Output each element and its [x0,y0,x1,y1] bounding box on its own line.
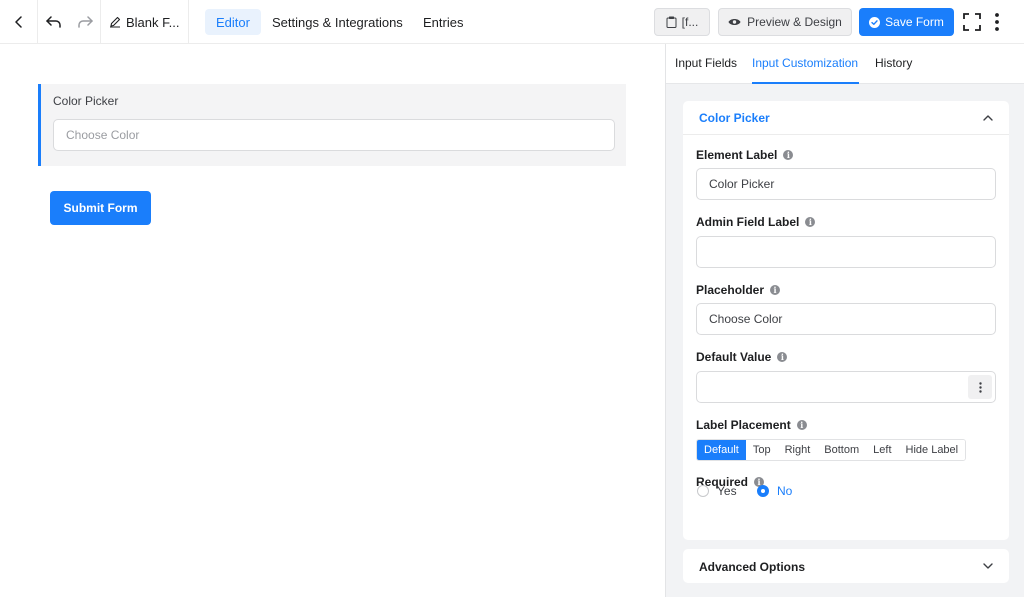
info-icon[interactable]: i [796,420,807,430]
info-icon[interactable]: i [805,217,816,227]
form-title-text: Blank F... [126,14,180,30]
field-label: Color Picker [53,94,119,108]
required-yes-label: Yes [717,484,737,498]
placement-bottom[interactable]: Bottom [817,440,867,460]
chevron-down-icon [983,563,993,569]
redo-icon [78,16,93,28]
save-form-button[interactable]: Save Form [859,8,954,36]
placement-default[interactable]: Default [697,440,746,460]
placement-right[interactable]: Right [777,440,818,460]
form-title[interactable]: Blank F... [101,0,189,44]
undo-icon [46,16,61,28]
chevron-up-icon[interactable] [982,112,994,124]
tab-input-customization[interactable]: Input Customization [752,56,858,70]
placement-left[interactable]: Left [866,440,899,460]
tab-input-fields[interactable]: Input Fields [675,56,737,70]
more-options-button[interactable] [988,11,1006,33]
default-value-input[interactable] [696,371,996,403]
default-value-heading: Default Value i [696,350,788,364]
required-no-radio[interactable]: No [757,484,792,498]
info-icon[interactable]: i [770,285,781,295]
top-bar: Blank F... Editor Settings & Integration… [0,0,1024,44]
advanced-options-title: Advanced Options [699,560,806,574]
label-placement-heading: Label Placement i [696,418,807,432]
admin-field-label-text: Admin Field Label [696,215,800,229]
color-picker-settings-card: Color Picker Element Label i Color Picke… [683,101,1009,540]
submit-form-button[interactable]: Submit Form [50,191,151,225]
kebab-menu-icon [978,381,982,393]
info-icon[interactable]: i [783,150,794,160]
placeholder-input[interactable]: Choose Color [696,303,996,335]
element-label-heading: Element Label i [696,148,794,162]
tab-history[interactable]: History [875,56,912,70]
settings-panel: Input Fields Input Customization History… [665,44,1024,597]
back-button[interactable] [0,0,38,44]
radio-circle [697,485,709,497]
active-tab-indicator [752,82,859,84]
required-no-label: No [777,484,793,498]
section-header[interactable]: Color Picker [683,101,1009,135]
admin-field-label-heading: Admin Field Label i [696,215,816,229]
default-value-text: Default Value [696,350,772,364]
color-picker-input[interactable]: Choose Color [53,119,615,151]
pencil-icon [110,16,121,28]
kebab-menu-icon [995,13,999,31]
preview-design-button[interactable]: Preview & Design [718,8,852,36]
panel-tabs: Input Fields Input Customization History [666,44,1024,84]
undo-button[interactable] [38,0,70,44]
chevron-left-icon [14,16,22,28]
tab-entries[interactable]: Entries [412,9,474,35]
placement-top[interactable]: Top [745,440,778,460]
info-icon[interactable]: i [777,352,788,362]
label-placement-segmented: Default Top Right Bottom Left Hide Label [696,439,967,461]
section-title: Color Picker [699,111,770,125]
redo-button[interactable] [70,0,101,44]
clipboard-icon [666,16,677,28]
admin-field-label-input[interactable] [696,236,996,268]
advanced-options-section[interactable]: Advanced Options [683,549,1009,583]
radio-circle-selected [757,485,769,497]
shortcode-text: [f... [681,15,699,29]
placeholder-text: Placeholder [696,283,765,297]
element-label-input[interactable]: Color Picker [696,168,996,200]
tab-settings-integrations[interactable]: Settings & Integrations [261,9,414,35]
tab-editor[interactable]: Editor [205,9,261,35]
check-circle-icon [869,16,881,28]
save-form-label: Save Form [885,15,944,29]
form-editor-canvas: Color Picker Choose Color Submit Form [0,44,665,597]
color-picker-field-block[interactable]: Color Picker Choose Color [38,84,626,166]
shortcode-button[interactable]: [f... [654,8,710,36]
smartcode-button[interactable] [968,375,992,399]
required-yes-radio[interactable]: Yes [697,484,737,498]
placement-hide-label[interactable]: Hide Label [898,440,966,460]
element-label-text: Element Label [696,148,778,162]
preview-design-label: Preview & Design [747,15,842,29]
placeholder-heading: Placeholder i [696,283,781,297]
fullscreen-button[interactable] [962,11,982,33]
eye-icon [728,19,741,25]
label-placement-text: Label Placement [696,418,791,432]
fullscreen-icon [963,13,981,31]
